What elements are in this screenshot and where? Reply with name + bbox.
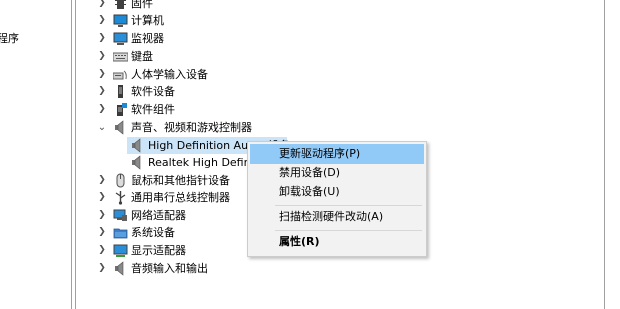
chevron-right-icon[interactable]: ❯ bbox=[96, 207, 108, 224]
chevron-right-icon[interactable]: ❯ bbox=[96, 172, 108, 189]
tree-item-label: 键盘 bbox=[131, 50, 153, 63]
left-pane: 程序 bbox=[0, 0, 71, 309]
chevron-down-icon[interactable]: ⌄ bbox=[96, 119, 108, 136]
tree-item-label: 声音、视频和游戏控制器 bbox=[131, 121, 252, 134]
pane-divider-2[interactable] bbox=[75, 0, 76, 309]
pane-divider-1 bbox=[71, 0, 72, 309]
computer-icon bbox=[113, 13, 128, 28]
left-pane-text: 程序 bbox=[0, 32, 19, 45]
speaker-icon bbox=[130, 138, 145, 153]
software-component-icon bbox=[113, 102, 128, 117]
menu-item-label: 属性(R) bbox=[279, 235, 320, 248]
tree-item-label: 显示适配器 bbox=[131, 244, 186, 257]
tree-item-label: 系统设备 bbox=[131, 226, 175, 239]
chevron-right-icon[interactable]: ❯ bbox=[96, 224, 108, 241]
monitor-icon bbox=[113, 31, 128, 46]
system-folder-icon bbox=[113, 225, 128, 240]
mouse-icon bbox=[113, 173, 128, 188]
menu-item-label: 卸载设备(U) bbox=[279, 185, 340, 198]
chevron-right-icon[interactable]: ❯ bbox=[96, 101, 108, 118]
display-adapter-icon bbox=[113, 243, 128, 258]
menu-separator bbox=[275, 205, 422, 206]
tree-item-label: 通用串行总线控制器 bbox=[131, 191, 230, 204]
chevron-right-icon[interactable]: ❯ bbox=[96, 66, 108, 83]
menu-separator bbox=[275, 230, 422, 231]
tree-item-label: 监视器 bbox=[131, 32, 164, 45]
chevron-right-icon[interactable]: ❯ bbox=[96, 48, 108, 65]
speaker-icon bbox=[113, 120, 128, 135]
speaker-icon bbox=[130, 155, 145, 170]
menu-item-disable-device[interactable]: 禁用设备(D) bbox=[250, 163, 424, 183]
context-menu: 更新驱动程序(P) 禁用设备(D) 卸载设备(U) 扫描检测硬件改动(A) 属性… bbox=[247, 141, 427, 257]
tree-item-label: 软件设备 bbox=[131, 85, 175, 98]
chevron-right-icon[interactable]: ❯ bbox=[96, 189, 108, 206]
tree-item-label: 鼠标和其他指针设备 bbox=[131, 174, 230, 187]
audio-io-icon bbox=[113, 261, 128, 276]
right-border bbox=[604, 0, 605, 309]
tree-item-label: 人体学输入设备 bbox=[131, 68, 208, 81]
menu-item-scan-hardware[interactable]: 扫描检测硬件改动(A) bbox=[250, 207, 424, 227]
tree-item-label: 固件 bbox=[131, 0, 153, 10]
chevron-right-icon[interactable]: ❯ bbox=[96, 260, 108, 277]
hid-icon bbox=[112, 67, 128, 82]
tree-item-label: 软件组件 bbox=[131, 103, 175, 116]
chevron-right-icon[interactable]: ❯ bbox=[96, 242, 108, 259]
firmware-icon bbox=[113, 0, 128, 11]
chevron-right-icon[interactable]: ❯ bbox=[96, 30, 108, 47]
menu-item-label: 更新驱动程序(P) bbox=[279, 147, 361, 160]
network-icon bbox=[113, 208, 128, 223]
chevron-right-icon[interactable]: ❯ bbox=[96, 83, 108, 100]
keyboard-icon bbox=[112, 49, 129, 64]
software-device-icon bbox=[113, 84, 128, 99]
menu-item-update-driver[interactable]: 更新驱动程序(P) bbox=[250, 144, 424, 164]
menu-item-label: 扫描检测硬件改动(A) bbox=[279, 210, 384, 223]
menu-item-label: 禁用设备(D) bbox=[279, 166, 341, 179]
chevron-right-icon[interactable]: ❯ bbox=[96, 12, 108, 29]
usb-icon bbox=[113, 190, 128, 205]
chevron-right-icon[interactable]: ❯ bbox=[96, 0, 108, 12]
tree-item-label: 计算机 bbox=[131, 14, 164, 27]
tree-item-label: 音频输入和输出 bbox=[131, 262, 208, 275]
tree-item-label: 网络适配器 bbox=[131, 209, 186, 222]
menu-item-uninstall-device[interactable]: 卸载设备(U) bbox=[250, 182, 424, 202]
menu-item-properties[interactable]: 属性(R) bbox=[250, 232, 424, 252]
